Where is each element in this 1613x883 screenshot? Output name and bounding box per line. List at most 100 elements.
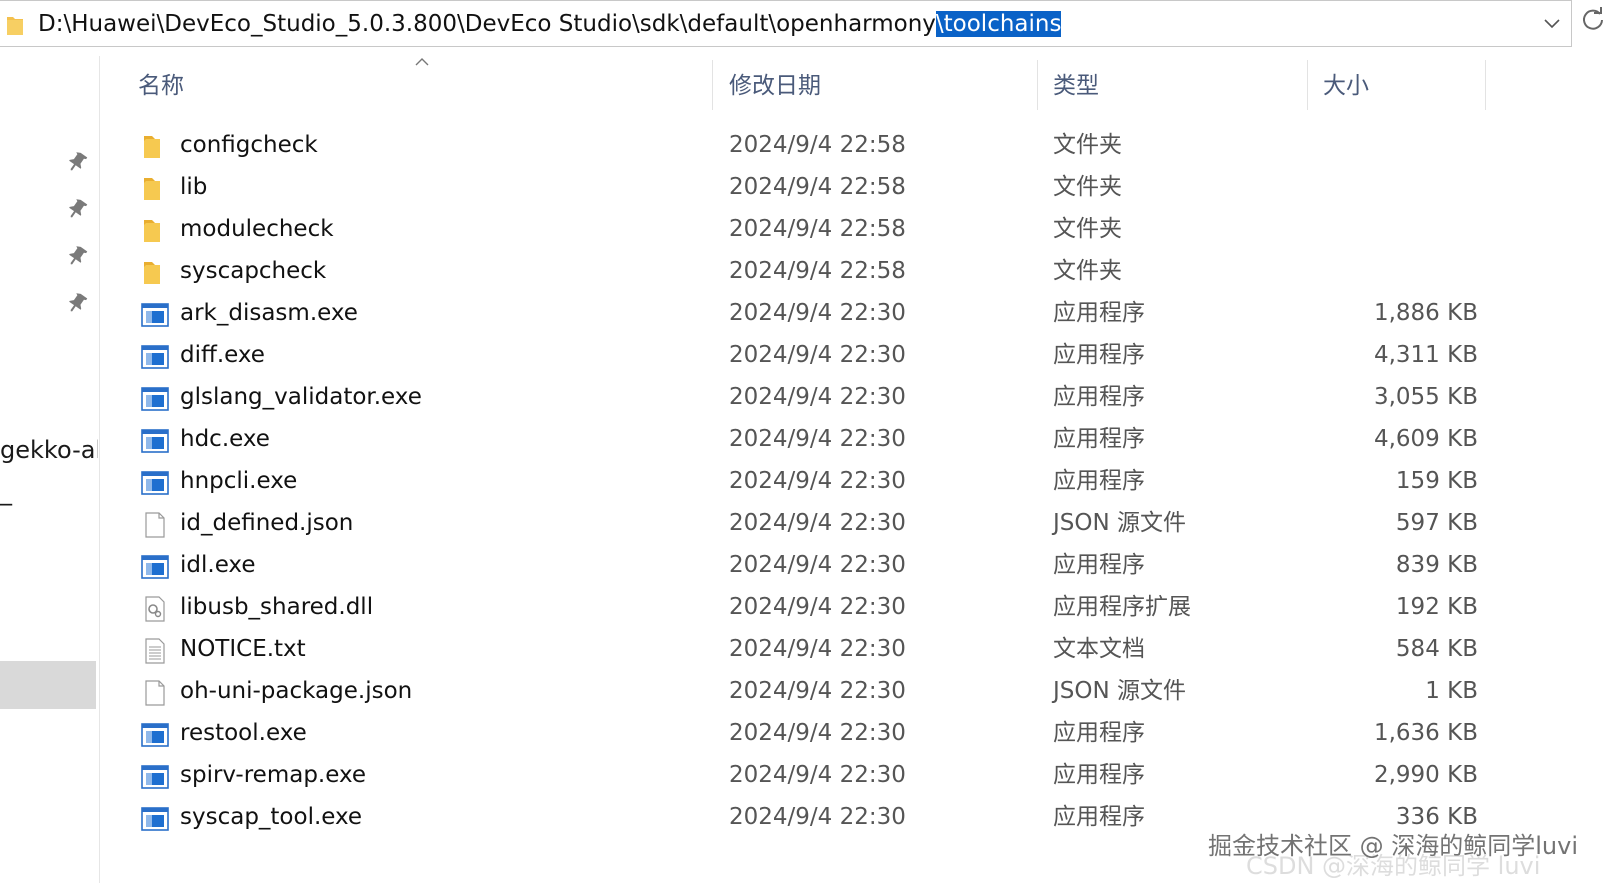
- file-row[interactable]: hdc.exe 2024/9/4 22:30 应用程序 4,609 KB: [0, 418, 1613, 460]
- sort-ascending-icon: [415, 54, 429, 70]
- file-row[interactable]: oh-uni-package.json 2024/9/4 22:30 JSON 源文…: [0, 670, 1613, 712]
- folder-icon: [141, 216, 169, 242]
- json-file-icon: [141, 678, 169, 706]
- file-type: 文本文档: [1053, 636, 1145, 662]
- column-separator[interactable]: [1485, 60, 1486, 110]
- file-type: 应用程序: [1053, 468, 1145, 494]
- file-date: 2024/9/4 22:30: [729, 510, 906, 536]
- file-name: modulecheck: [180, 216, 334, 242]
- file-row[interactable]: NOTICE.txt 2024/9/4 22:30 文本文档 584 KB: [0, 628, 1613, 670]
- file-size: 839 KB: [1395, 552, 1478, 578]
- application-icon: [141, 468, 169, 495]
- application-icon: [141, 804, 169, 831]
- file-size: 3,055 KB: [1373, 384, 1478, 410]
- file-type: 应用程序: [1053, 300, 1145, 326]
- column-header-size[interactable]: 大小: [1323, 66, 1369, 114]
- file-row[interactable]: hnpcli.exe 2024/9/4 22:30 应用程序 159 KB: [0, 460, 1613, 502]
- file-date: 2024/9/4 22:30: [729, 762, 906, 788]
- file-type: 应用程序: [1053, 342, 1145, 368]
- file-date: 2024/9/4 22:58: [729, 258, 906, 284]
- application-icon: [141, 762, 169, 789]
- file-size: 2,990 KB: [1373, 762, 1478, 788]
- file-name: diff.exe: [180, 342, 265, 368]
- folder-icon: [7, 17, 23, 35]
- column-header-type[interactable]: 类型: [1053, 66, 1099, 114]
- file-row[interactable]: id_defined.json 2024/9/4 22:30 JSON 源文件 597…: [0, 502, 1613, 544]
- application-icon: [141, 720, 169, 747]
- file-name: libusb_shared.dll: [180, 594, 374, 620]
- file-date: 2024/9/4 22:58: [729, 174, 906, 200]
- file-row[interactable]: idl.exe 2024/9/4 22:30 应用程序 839 KB: [0, 544, 1613, 586]
- file-size: 4,311 KB: [1373, 342, 1478, 368]
- file-name: spirv-remap.exe: [180, 762, 367, 788]
- file-type: 应用程序: [1053, 720, 1145, 746]
- file-date: 2024/9/4 22:30: [729, 342, 906, 368]
- file-row[interactable]: restool.exe 2024/9/4 22:30 应用程序 1,636 KB: [0, 712, 1613, 754]
- column-header-date[interactable]: 修改日期: [729, 66, 821, 114]
- file-row[interactable]: modulecheck 2024/9/4 22:58 文件夹: [0, 208, 1613, 250]
- application-icon: [141, 300, 169, 327]
- file-name: ark_disasm.exe: [180, 300, 358, 326]
- file-name: hnpcli.exe: [180, 468, 298, 494]
- file-row[interactable]: ark_disasm.exe 2024/9/4 22:30 应用程序 1,886 KB: [0, 292, 1613, 334]
- folder-icon: [141, 132, 169, 158]
- file-name: oh-uni-package.json: [180, 678, 413, 704]
- file-name: glslang_validator.exe: [180, 384, 422, 410]
- address-bar[interactable]: D:\Huawei\DevEco_Studio_5.0.3.800\DevEco…: [0, 0, 1572, 47]
- column-header-name[interactable]: 名称: [138, 66, 184, 114]
- file-name: configcheck: [180, 132, 318, 158]
- file-row[interactable]: diff.exe 2024/9/4 22:30 应用程序 4,311 KB: [0, 334, 1613, 376]
- file-row[interactable]: spirv-remap.exe 2024/9/4 22:30 应用程序 2,990 K…: [0, 754, 1613, 796]
- folder-icon: [141, 174, 169, 200]
- file-size: 192 KB: [1395, 594, 1478, 620]
- file-size: 159 KB: [1395, 468, 1478, 494]
- chevron-down-icon[interactable]: [1537, 9, 1567, 39]
- file-name: id_defined.json: [180, 510, 354, 536]
- refresh-button[interactable]: [1576, 6, 1610, 42]
- file-row[interactable]: libusb_shared.dll 2024/9/4 22:30 应用程序扩展 192…: [0, 586, 1613, 628]
- file-date: 2024/9/4 22:30: [729, 720, 906, 746]
- file-size: 1 KB: [1425, 678, 1478, 704]
- file-name: lib: [180, 174, 208, 200]
- file-type: 应用程序: [1053, 552, 1145, 578]
- watermark: 掘金技术社区 @ 深海的鲸同学luvi: [1208, 832, 1579, 860]
- file-type: 应用程序: [1053, 384, 1145, 410]
- address-path-selected: \toolchains: [935, 11, 1062, 37]
- file-type: 文件夹: [1053, 132, 1122, 158]
- file-type: 文件夹: [1053, 216, 1122, 242]
- file-date: 2024/9/4 22:30: [729, 636, 906, 662]
- file-date: 2024/9/4 22:30: [729, 384, 906, 410]
- file-size: 1,886 KB: [1373, 300, 1478, 326]
- file-size: 597 KB: [1395, 510, 1478, 536]
- json-file-icon: [141, 510, 169, 538]
- file-name: idl.exe: [180, 552, 256, 578]
- file-type: JSON 源文件: [1053, 510, 1187, 536]
- file-row[interactable]: syscapcheck 2024/9/4 22:58 文件夹: [0, 250, 1613, 292]
- folder-icon: [141, 258, 169, 284]
- file-size: 4,609 KB: [1373, 426, 1478, 452]
- text-file-icon: [141, 636, 169, 664]
- column-separator[interactable]: [1037, 60, 1038, 110]
- file-size: 1,636 KB: [1373, 720, 1478, 746]
- application-icon: [141, 426, 169, 453]
- file-type: 应用程序: [1053, 762, 1145, 788]
- file-list: configcheck 2024/9/4 22:58 文件夹 lib 2024/9/4 …: [0, 124, 1613, 838]
- application-icon: [141, 342, 169, 369]
- file-row[interactable]: glslang_validator.exe 2024/9/4 22:30 应用程序 3…: [0, 376, 1613, 418]
- file-date: 2024/9/4 22:30: [729, 300, 906, 326]
- file-name: NOTICE.txt: [180, 636, 306, 662]
- file-row[interactable]: lib 2024/9/4 22:58 文件夹: [0, 166, 1613, 208]
- file-name: restool.exe: [180, 720, 307, 746]
- column-separator[interactable]: [1307, 60, 1308, 110]
- file-name: syscapcheck: [180, 258, 327, 284]
- address-path-prefix: D:\Huawei\DevEco_Studio_5.0.3.800\DevEco…: [38, 11, 936, 37]
- dll-file-icon: [141, 594, 169, 622]
- file-type: 文件夹: [1053, 258, 1122, 284]
- address-path[interactable]: D:\Huawei\DevEco_Studio_5.0.3.800\DevEco…: [38, 9, 1062, 39]
- file-size: 584 KB: [1395, 636, 1478, 662]
- file-type: 应用程序: [1053, 426, 1145, 452]
- file-type: 应用程序扩展: [1053, 594, 1191, 620]
- application-icon: [141, 552, 169, 579]
- file-row[interactable]: configcheck 2024/9/4 22:58 文件夹: [0, 124, 1613, 166]
- column-separator[interactable]: [712, 60, 713, 110]
